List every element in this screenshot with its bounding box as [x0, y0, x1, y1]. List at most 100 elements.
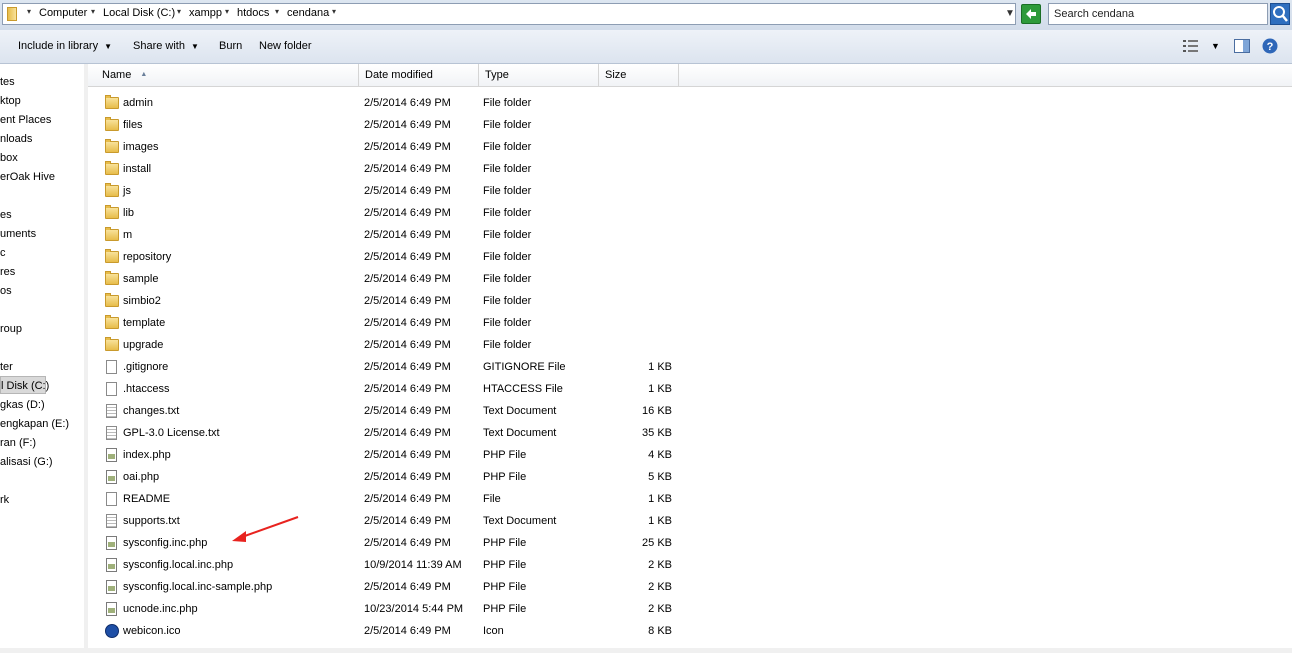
chevron-right-icon[interactable]: ▾: [332, 7, 336, 16]
file-row[interactable]: changes.txt 2/5/2014 6:49 PM Text Document…: [88, 400, 688, 422]
file-row[interactable]: simbio2 2/5/2014 6:49 PM File folder: [88, 290, 688, 312]
chevron-down-icon: ▼: [104, 42, 113, 51]
help-button[interactable]: ?: [1262, 38, 1278, 57]
new-folder-button[interactable]: New folder: [259, 40, 312, 52]
nav-item-libraries[interactable]: es: [0, 206, 12, 224]
file-name: simbio2: [123, 295, 161, 307]
nav-item-local-disk-c[interactable]: l Disk (C:): [0, 376, 49, 394]
file-row[interactable]: README 2/5/2014 6:49 PM File 1 KB: [88, 488, 688, 510]
breadcrumb-local-disk[interactable]: Local Disk (C:): [103, 7, 175, 19]
nav-item-drive-g[interactable]: alisasi (G:): [0, 453, 53, 471]
column-header-size[interactable]: Size: [599, 64, 679, 86]
file-row[interactable]: m 2/5/2014 6:49 PM File folder: [88, 224, 688, 246]
breadcrumb-htdocs[interactable]: htdocs: [237, 7, 269, 19]
burn-button[interactable]: Burn: [219, 40, 242, 52]
search-box[interactable]: [1048, 3, 1269, 25]
chevron-down-icon[interactable]: ▼: [1211, 41, 1220, 51]
chevron-right-icon[interactable]: ▾: [177, 7, 181, 16]
file-date: 2/5/2014 6:49 PM: [364, 119, 451, 131]
file-row[interactable]: .htaccess 2/5/2014 6:49 PM HTACCESS File 1 …: [88, 378, 688, 400]
refresh-button[interactable]: [1021, 4, 1041, 24]
breadcrumb-cendana[interactable]: cendana: [287, 7, 329, 19]
chevron-right-icon[interactable]: ▾: [225, 7, 229, 16]
file-row[interactable]: repository 2/5/2014 6:49 PM File folder: [88, 246, 688, 268]
file-row[interactable]: install 2/5/2014 6:49 PM File folder: [88, 158, 688, 180]
include-in-library-button[interactable]: Include in library ▼: [18, 40, 112, 52]
file-row[interactable]: admin 2/5/2014 6:49 PM File folder: [88, 92, 688, 114]
nav-item-silveroak-hive[interactable]: erOak Hive: [0, 168, 55, 186]
folder-icon: [105, 293, 119, 307]
breadcrumb-computer[interactable]: Computer: [39, 7, 87, 19]
file-type: File folder: [483, 339, 532, 351]
file-row[interactable]: ucnode.inc.php 10/23/2014 5:44 PM PHP File…: [88, 598, 688, 620]
file-type: File folder: [483, 163, 532, 175]
folder-icon: [7, 7, 17, 21]
file-row[interactable]: upgrade 2/5/2014 6:49 PM File folder: [88, 334, 688, 356]
preview-pane-button[interactable]: [1234, 39, 1250, 56]
nav-item-drive-e[interactable]: engkapan (E:): [0, 415, 69, 433]
column-header-name[interactable]: Name ▲: [88, 64, 359, 86]
file-name: sample: [123, 273, 159, 285]
nav-item-favorites[interactable]: tes: [0, 73, 15, 91]
address-bar[interactable]: ▾ Computer ▾ Local Disk (C:) ▾ xampp ▾ h…: [2, 3, 1016, 25]
file-row[interactable]: .gitignore 2/5/2014 6:49 PM GITIGNORE File…: [88, 356, 688, 378]
file-row[interactable]: template 2/5/2014 6:49 PM File folder: [88, 312, 688, 334]
history-dropdown-icon[interactable]: ▼: [1005, 8, 1015, 19]
chevron-right-icon[interactable]: ▾: [91, 7, 95, 16]
nav-item-drive-d[interactable]: gkas (D:): [0, 396, 45, 414]
txt-icon: [106, 404, 117, 418]
file-row[interactable]: images 2/5/2014 6:49 PM File folder: [88, 136, 688, 158]
file-name: sysconfig.inc.php: [123, 537, 208, 549]
file-type: Text Document: [483, 427, 557, 439]
file-name: install: [123, 163, 152, 175]
php-icon: [106, 470, 117, 484]
nav-item-music[interactable]: c: [0, 244, 6, 262]
file-row[interactable]: webicon.ico 2/5/2014 6:49 PM Icon 8 KB: [88, 620, 688, 642]
file-row[interactable]: oai.php 2/5/2014 6:49 PM PHP File 5 KB: [88, 466, 688, 488]
file-icon-cell: [105, 334, 119, 356]
nav-item-drive-f[interactable]: ran (F:): [0, 434, 36, 452]
share-with-button[interactable]: Share with ▼: [133, 40, 199, 52]
file-list: Name ▲ Date modified Type Size admin 2/5/…: [88, 64, 1292, 653]
nav-item-downloads[interactable]: nloads: [0, 130, 32, 148]
chevron-down-icon: ▼: [190, 42, 199, 51]
file-size: 2 KB: [648, 603, 672, 615]
file-name: m: [123, 229, 133, 241]
file-row[interactable]: js 2/5/2014 6:49 PM File folder: [88, 180, 688, 202]
folder-icon: [105, 183, 119, 197]
chevron-right-icon[interactable]: ▾: [275, 7, 279, 16]
search-input[interactable]: [1049, 4, 1269, 24]
file-icon-cell: [105, 180, 119, 202]
nav-item-homegroup[interactable]: roup: [0, 320, 22, 338]
file-size: [600, 334, 672, 356]
file-row[interactable]: sysconfig.local.inc-sample.php 2/5/2014 6…: [88, 576, 688, 598]
nav-item-network[interactable]: rk: [0, 491, 9, 509]
nav-item-recent-places[interactable]: ent Places: [0, 111, 51, 129]
nav-item-computer[interactable]: ter: [0, 358, 13, 376]
php-icon: [106, 448, 117, 462]
column-header-date[interactable]: Date modified: [359, 64, 479, 86]
nav-item-dropbox[interactable]: box: [0, 149, 18, 167]
column-header-type[interactable]: Type: [479, 64, 599, 86]
file-icon-cell: [105, 114, 119, 136]
nav-item-videos[interactable]: os: [0, 282, 12, 300]
php-icon: [106, 580, 117, 594]
nav-item-pictures[interactable]: res: [0, 263, 15, 281]
nav-item-documents[interactable]: uments: [0, 225, 36, 243]
file-row[interactable]: sample 2/5/2014 6:49 PM File folder: [88, 268, 688, 290]
file-icon-cell: [105, 202, 119, 224]
nav-item-desktop[interactable]: ktop: [0, 92, 21, 110]
file-row[interactable]: GPL-3.0 License.txt 2/5/2014 6:49 PM Text …: [88, 422, 688, 444]
file-date: 2/5/2014 6:49 PM: [364, 361, 451, 373]
file-row[interactable]: lib 2/5/2014 6:49 PM File folder: [88, 202, 688, 224]
sort-ascending-icon: ▲: [140, 71, 148, 78]
view-options-button[interactable]: [1183, 40, 1199, 55]
file-name: repository: [123, 251, 172, 263]
file-icon-cell: [105, 136, 119, 158]
file-row[interactable]: index.php 2/5/2014 6:49 PM PHP File 4 KB: [88, 444, 688, 466]
breadcrumb-xampp[interactable]: xampp: [189, 7, 222, 19]
folder-icon: [105, 205, 119, 219]
search-button[interactable]: [1270, 3, 1290, 25]
file-row[interactable]: files 2/5/2014 6:49 PM File folder: [88, 114, 688, 136]
chevron-right-icon[interactable]: ▾: [27, 7, 31, 16]
